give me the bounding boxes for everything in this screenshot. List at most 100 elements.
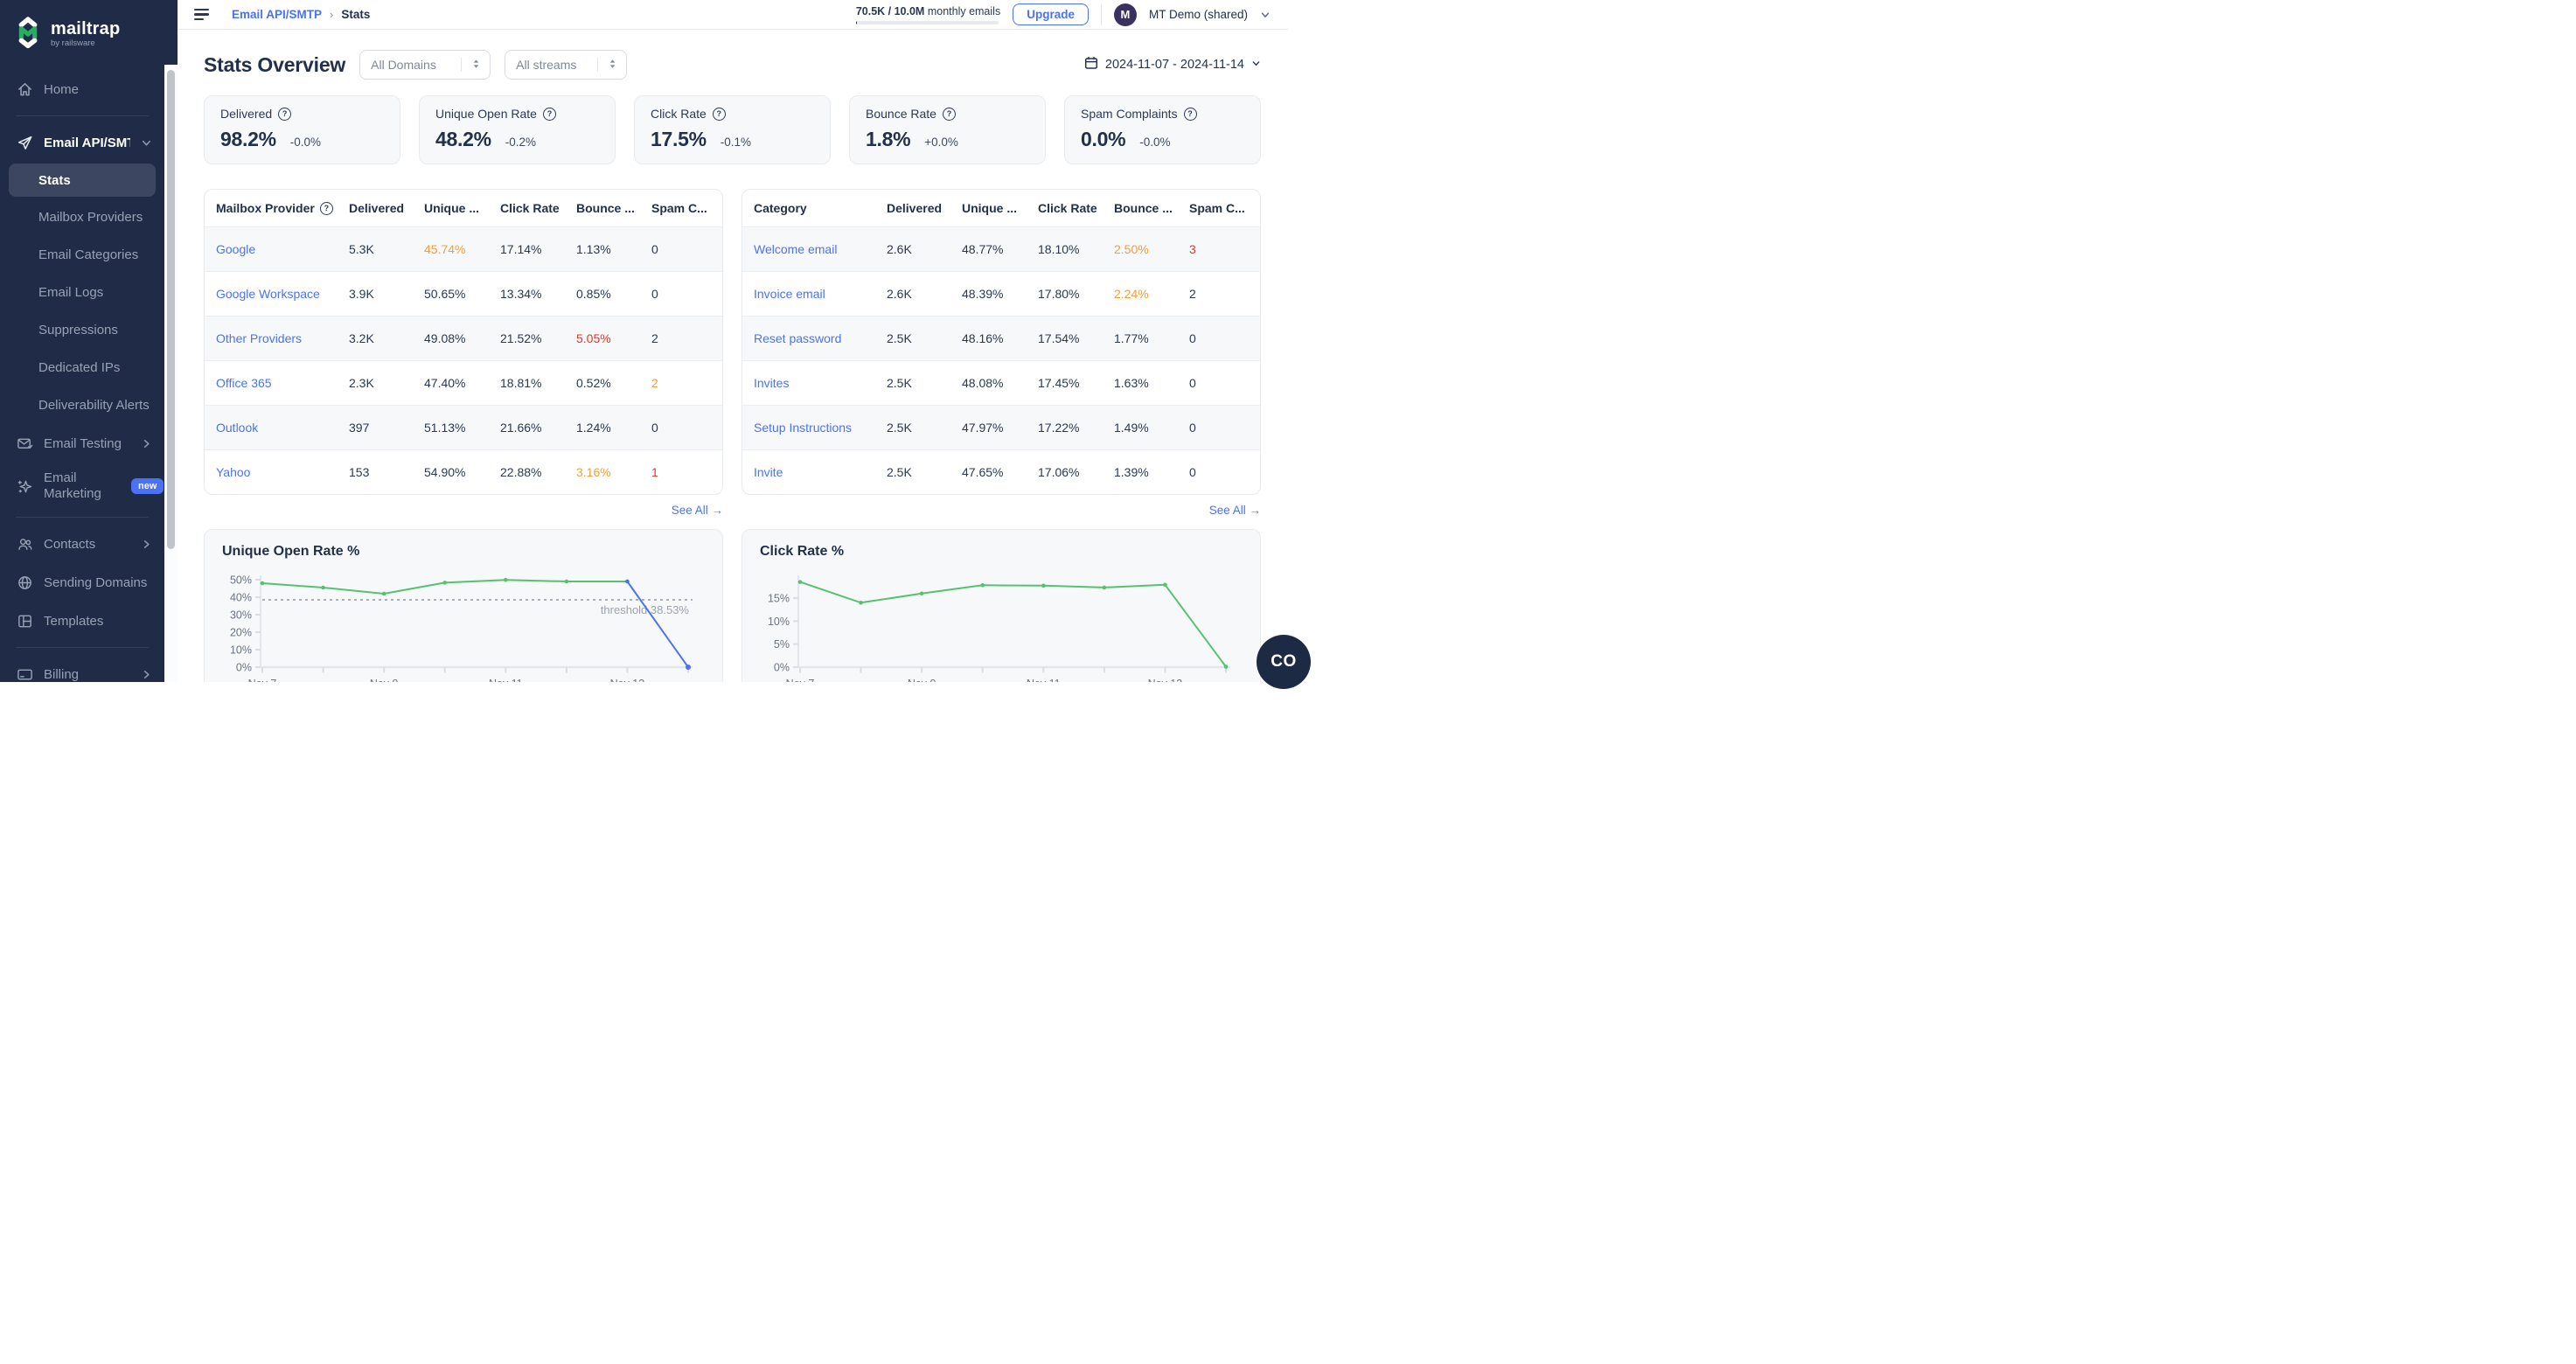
column-header-label: Bounce ... bbox=[1114, 201, 1173, 215]
column-header-label: Spam C... bbox=[1189, 201, 1245, 215]
sidebar-item-dedicated-ips[interactable]: Dedicated IPs bbox=[0, 349, 164, 386]
help-icon[interactable]: ? bbox=[278, 107, 292, 121]
row-link[interactable]: Office 365 bbox=[205, 376, 338, 390]
row-link[interactable]: Invoice email bbox=[742, 287, 875, 301]
help-icon[interactable]: ? bbox=[1183, 107, 1197, 121]
sidebar-item-mailbox-providers[interactable]: Mailbox Providers bbox=[0, 198, 164, 236]
chat-launcher-button[interactable]: CO bbox=[1257, 635, 1311, 689]
svg-text:5%: 5% bbox=[774, 638, 790, 651]
see-all-categories-link[interactable]: See All → bbox=[1209, 504, 1261, 517]
sidebar-scrollbar-thumb[interactable] bbox=[167, 70, 175, 549]
stat-card-click-rate: Click Rate? 17.5% -0.1% bbox=[634, 95, 831, 164]
svg-text:10%: 10% bbox=[768, 616, 790, 628]
row-link[interactable]: Invites bbox=[742, 376, 875, 390]
row-cell: 0.85% bbox=[576, 287, 611, 301]
usage-label: monthly emails bbox=[927, 4, 1001, 17]
streams-filter-value: All streams bbox=[516, 58, 577, 72]
row-cell: 45.74% bbox=[424, 242, 466, 256]
date-range-picker[interactable]: 2024-11-07 - 2024-11-14 bbox=[1084, 56, 1261, 73]
account-chevron-down-icon[interactable] bbox=[1260, 10, 1271, 20]
row-cell: 3.16% bbox=[576, 465, 611, 479]
row-cell: 48.16% bbox=[962, 331, 1004, 345]
column-header-bounce: Bounce ... bbox=[1103, 201, 1178, 215]
usage-progress-bar bbox=[855, 20, 999, 24]
row-cell: 17.80% bbox=[1038, 287, 1080, 301]
sidebar-item-stats[interactable]: Stats bbox=[9, 164, 156, 197]
sidebar-scrollbar[interactable] bbox=[164, 65, 178, 682]
sidebar-item-contacts[interactable]: Contacts bbox=[0, 525, 164, 563]
unique-open-rate-chart-card: Unique Open Rate % 0% 10% 20% 30% 40% 50% Nov … bbox=[204, 529, 723, 682]
sidebar: mailtrap by railsware Home Email API/SMTP… bbox=[0, 0, 178, 682]
row-link[interactable]: Yahoo bbox=[205, 465, 338, 479]
row-link[interactable]: Welcome email bbox=[742, 242, 875, 256]
see-all-providers-link[interactable]: See All → bbox=[672, 504, 723, 517]
sidebar-item-deliverability-alerts[interactable]: Deliverability Alerts bbox=[0, 386, 164, 424]
sidebar-item-email-api-smtp[interactable]: Email API/SMTP bbox=[0, 123, 164, 162]
sidebar-item-billing[interactable]: Billing bbox=[0, 655, 164, 682]
usage-text: 70.5K / 10.0M monthly emails bbox=[856, 5, 1000, 17]
column-header-click-rate: Click Rate bbox=[489, 201, 565, 215]
account-avatar[interactable]: M bbox=[1113, 3, 1137, 26]
help-icon[interactable]: ? bbox=[712, 107, 726, 121]
row-cell: 2.5K bbox=[887, 465, 912, 479]
calendar-icon bbox=[1084, 56, 1098, 73]
row-link[interactable]: Google bbox=[205, 242, 338, 256]
sparkles-icon bbox=[16, 477, 33, 495]
sidebar-item-label: Deliverability Alerts bbox=[38, 398, 150, 413]
row-cell: 17.06% bbox=[1038, 465, 1080, 479]
upgrade-button[interactable]: Upgrade bbox=[1013, 3, 1089, 25]
row-cell: 153 bbox=[349, 465, 370, 479]
column-header-label: Category bbox=[754, 201, 807, 215]
row-cell: 17.54% bbox=[1038, 331, 1080, 345]
row-link[interactable]: Outlook bbox=[205, 421, 338, 435]
sidebar-item-label: Dedicated IPs bbox=[38, 360, 121, 375]
breadcrumb-section-link[interactable]: Email API/SMTP bbox=[232, 8, 322, 21]
sidebar-item-suppressions[interactable]: Suppressions bbox=[0, 311, 164, 349]
table-row: Yahoo 153 54.90% 22.88% 3.16% 1 bbox=[205, 449, 722, 494]
sidebar-item-sending-domains[interactable]: Sending Domains bbox=[0, 563, 164, 602]
row-link[interactable]: Setup Instructions bbox=[742, 421, 875, 435]
column-header-label: Delivered bbox=[349, 201, 405, 215]
stat-card-unique-open-rate: Unique Open Rate? 48.2% -0.2% bbox=[419, 95, 616, 164]
row-link[interactable]: Google Workspace bbox=[205, 287, 338, 301]
sidebar-item-label: Stats bbox=[38, 172, 71, 188]
sidebar-item-email-categories[interactable]: Email Categories bbox=[0, 236, 164, 274]
domains-filter-select[interactable]: All Domains bbox=[359, 50, 491, 80]
column-header-unique: Unique ... bbox=[413, 201, 489, 215]
sidebar-item-email-marketing[interactable]: Email Marketing new bbox=[0, 463, 164, 510]
row-cell: 1 bbox=[651, 465, 658, 479]
row-link[interactable]: Invite bbox=[742, 465, 875, 479]
row-cell: 2.6K bbox=[887, 287, 912, 301]
row-cell: 2.3K bbox=[349, 376, 374, 390]
column-header-label: Unique ... bbox=[962, 201, 1017, 215]
row-link[interactable]: Other Providers bbox=[205, 331, 338, 345]
mailtrap-logo[interactable]: mailtrap by railsware bbox=[0, 0, 178, 57]
column-header-mailbox-provider: Mailbox Provider? bbox=[205, 201, 338, 215]
help-icon[interactable]: ? bbox=[542, 107, 556, 121]
row-cell: 17.45% bbox=[1038, 376, 1080, 390]
streams-filter-select[interactable]: All streams bbox=[505, 50, 628, 80]
row-cell: 2.5K bbox=[887, 376, 912, 390]
row-cell: 2.5K bbox=[887, 421, 912, 435]
help-icon[interactable]: ? bbox=[942, 107, 956, 121]
sidebar-item-home[interactable]: Home bbox=[0, 70, 164, 108]
hamburger-menu-icon[interactable] bbox=[194, 8, 209, 21]
row-cell: 47.40% bbox=[424, 376, 466, 390]
help-icon[interactable]: ? bbox=[319, 201, 333, 215]
chevron-right-icon bbox=[141, 438, 152, 449]
row-link[interactable]: Reset password bbox=[742, 331, 875, 345]
account-name[interactable]: MT Demo (shared) bbox=[1149, 8, 1248, 21]
sidebar-item-templates[interactable]: Templates bbox=[0, 602, 164, 640]
row-cell: 13.34% bbox=[500, 287, 542, 301]
stat-card-value: 17.5% bbox=[651, 128, 707, 150]
row-cell: 51.13% bbox=[424, 421, 466, 435]
sidebar-item-email-logs[interactable]: Email Logs bbox=[0, 274, 164, 311]
chart-title: Click Rate % bbox=[760, 544, 845, 559]
brand-byline: by railsware bbox=[51, 38, 95, 48]
sidebar-item-label: Suppressions bbox=[38, 323, 118, 338]
page-title: Stats Overview bbox=[204, 52, 346, 76]
column-header-delivered: Delivered bbox=[338, 201, 413, 215]
row-cell: 22.88% bbox=[500, 465, 542, 479]
sidebar-item-email-testing[interactable]: Email Testing bbox=[0, 424, 164, 463]
usage-meter: 70.5K / 10.0M monthly emails bbox=[855, 5, 1000, 24]
